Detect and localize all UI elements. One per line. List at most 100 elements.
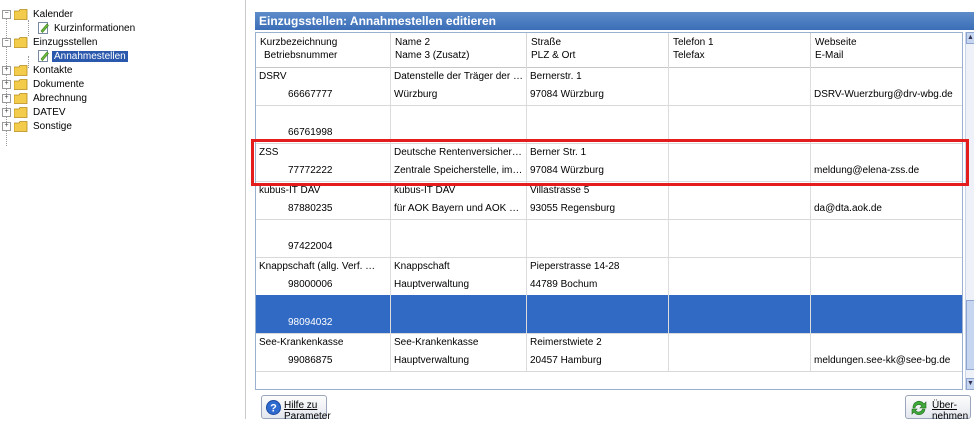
column-header-webseite[interactable]: Webseite E-Mail [811,33,962,67]
cell-telefon[interactable] [669,333,811,371]
cell-line2: 98094032 [288,317,333,328]
apply-button[interactable]: Über-nehmen [905,395,971,422]
column-header-telefon[interactable]: Telefon 1 Telefax [669,33,811,67]
cell-strasse[interactable]: Reimerstwiete 2 20457 Hamburg [527,333,669,371]
cell-webseite[interactable] [811,219,962,257]
tree-item-kurzinformationen[interactable]: Kurzinformationen [38,22,137,36]
cell-kurzbezeichnung[interactable]: DSRV 66667777 [256,67,391,105]
table-row[interactable]: See-Krankenkasse 99086875 See-Krankenkasse… [256,333,962,372]
tree-item-annahmestellen[interactable]: Annahmestellen [38,50,128,64]
table-row[interactable]: 98094032 [256,295,962,334]
cell-name[interactable]: Deutsche Rentenversicher… Zentrale Speich… [391,143,527,181]
cell-webseite[interactable]: meldungen.see-kk@see-bg.de [811,333,962,371]
cell-kurzbezeichnung[interactable]: 66761998 [256,105,391,143]
table-row[interactable]: 97422004 [256,219,962,258]
cell-telefon[interactable] [669,181,811,219]
tree-item-datev[interactable]: + DATEV [2,106,68,120]
scroll-up-icon[interactable]: ▲ [966,32,974,44]
tree-item-dokumente[interactable]: + Dokumente [2,78,86,92]
tree-item-label: Einzugsstellen [33,37,98,48]
scrollbar-thumb[interactable] [966,300,974,370]
cell-kurzbezeichnung[interactable]: Knappschaft (allg. Verf. … 98000006 [256,257,391,295]
cell-telefon[interactable] [669,67,811,105]
column-header-line1: Straße [531,37,562,48]
cell-line2: 97084 Würzburg [530,165,604,176]
expand-icon[interactable]: + [2,107,11,117]
cell-kurzbezeichnung[interactable]: 97422004 [256,219,391,257]
cell-kurzbezeichnung[interactable]: kubus-IT DAV 87880235 [256,181,391,219]
tree-item-label: Annahmestellen [52,51,128,62]
tree-item-kalender[interactable]: − Kalender [2,8,75,22]
cell-name[interactable]: Knappschaft Hauptverwaltung [391,257,527,295]
cell-telefon[interactable] [669,105,811,143]
cell-line1: Berner Str. 1 [530,147,587,158]
cell-line1: Knappschaft [394,261,450,272]
cell-name[interactable] [391,295,527,333]
expand-icon[interactable]: + [2,65,11,75]
tree-item-sonstige[interactable]: + Sonstige [2,120,74,134]
column-header-line2: PLZ & Ort [531,50,576,61]
cell-line2: Hauptverwaltung [394,279,470,290]
cell-name[interactable]: kubus-IT DAV für AOK Bayern und AOK P… [391,181,527,219]
expand-icon[interactable]: + [2,121,11,131]
cell-strasse[interactable]: Villastrasse 5 93055 Regensburg [527,181,669,219]
cell-webseite[interactable]: DSRV-Wuerzburg@drv-wbg.de [811,67,962,105]
cell-line2: 97422004 [288,241,333,252]
collapse-icon[interactable]: − [2,9,11,19]
cell-line2: 99086875 [288,355,333,366]
cell-strasse[interactable]: Bernerstr. 1 97084 Würzburg [527,67,669,105]
column-header-kurzbezeichnung[interactable]: Kurzbezeichnung Betriebsnummer [256,33,391,67]
cell-kurzbezeichnung[interactable]: See-Krankenkasse 99086875 [256,333,391,371]
cell-telefon[interactable] [669,219,811,257]
tree-item-einzugsstellen[interactable]: − Einzugsstellen [2,36,99,50]
cell-line2: da@dta.aok.de [814,203,882,214]
cell-telefon[interactable] [669,257,811,295]
column-header-strasse[interactable]: Straße PLZ & Ort [527,33,669,67]
annahmestellen-table[interactable]: Kurzbezeichnung Betriebsnummer Name 2 Name… [255,32,963,390]
cell-webseite[interactable] [811,105,962,143]
tree-item-kontakte[interactable]: + Kontakte [2,64,74,78]
tree-item-abrechnung[interactable]: + Abrechnung [2,92,89,106]
vertical-scrollbar[interactable]: ▲ ▼ [965,32,974,390]
cell-name[interactable]: Datenstelle der Träger der … Würzburg [391,67,527,105]
scroll-down-icon[interactable]: ▼ [966,378,974,390]
cell-line1: Deutsche Rentenversicher… [394,147,522,158]
cell-line1: Villastrasse 5 [530,185,590,196]
cell-line1: Pieperstrasse 14-28 [530,261,620,272]
table-row[interactable]: ZSS 77772222 Deutsche Rentenversicher… Zent… [256,143,962,182]
table-row[interactable]: kubus-IT DAV 87880235 kubus-IT DAV für AOK … [256,181,962,220]
cell-webseite[interactable] [811,295,962,333]
cell-line2: für AOK Bayern und AOK P… [394,203,524,214]
panel-title: Einzugsstellen: Annahmestellen editieren [255,12,974,30]
expand-icon[interactable]: + [2,93,11,103]
cell-webseite[interactable] [811,257,962,295]
column-header-name[interactable]: Name 2 Name 3 (Zusatz) [391,33,527,67]
tree-item-label: Sonstige [33,121,72,132]
cell-name[interactable] [391,219,527,257]
cell-webseite[interactable]: da@dta.aok.de [811,181,962,219]
cell-telefon[interactable] [669,295,811,333]
cell-kurzbezeichnung[interactable]: ZSS 77772222 [256,143,391,181]
table-row[interactable]: DSRV 66667777 Datenstelle der Träger der …… [256,67,962,106]
column-header-line2: Betriebsnummer [264,50,338,61]
cell-telefon[interactable] [669,143,811,181]
tree-item-label: Kalender [33,9,74,20]
cell-strasse[interactable]: Berner Str. 1 97084 Würzburg [527,143,669,181]
expand-icon[interactable]: + [2,79,11,89]
cell-name[interactable] [391,105,527,143]
cell-strasse[interactable] [527,105,669,143]
cell-strasse[interactable]: Pieperstrasse 14-28 44789 Bochum [527,257,669,295]
table-row[interactable]: 66761998 [256,105,962,144]
help-parameter-button[interactable]: ? Hilfe zu Parameter [261,395,331,422]
document-pencil-icon [38,22,49,35]
cell-line2: Würzburg [394,89,438,100]
folder-icon [14,78,28,90]
cell-name[interactable]: See-Krankenkasse Hauptverwaltung [391,333,527,371]
cell-strasse[interactable] [527,219,669,257]
cell-kurzbezeichnung[interactable]: 98094032 [256,295,391,333]
cell-webseite[interactable]: meldung@elena-zss.de [811,143,962,181]
apply-button-line1: Über- [932,400,958,411]
cell-strasse[interactable] [527,295,669,333]
table-row[interactable]: Knappschaft (allg. Verf. … 98000006 Knapps… [256,257,962,296]
collapse-icon[interactable]: − [2,37,11,47]
